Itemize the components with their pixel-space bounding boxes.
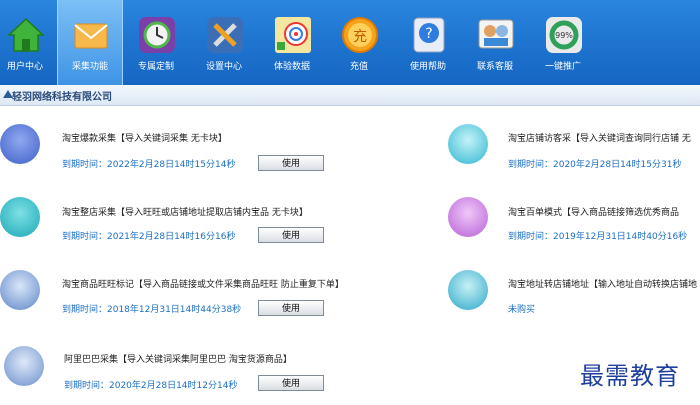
svg-text:充: 充 [353,29,367,45]
toolbar-label: 采集功能 [71,62,108,72]
quill-icon [4,346,44,386]
svg-text:99%: 99% [555,31,573,40]
toolbar-label: 使用帮助 [409,62,446,72]
tools-icon [206,16,244,54]
help-icon: ? [410,16,448,54]
flower-icon [448,197,488,237]
company-name: 轻羽网络科技有限公司 [12,92,112,103]
item-title: 淘宝地址转店铺地址【输入地址自动转换店铺地 [508,280,698,290]
brush-icon [0,270,40,310]
use-button[interactable]: 使用 [258,155,324,171]
toolbar-help[interactable]: ? 使用帮助 [396,0,460,85]
item-expiry: 到期时间：2020年2月28日14时15分31秒 [508,160,682,170]
progress-icon: 99% [545,16,583,54]
toolbar-label: 用户中心 [6,62,43,72]
item-title: 淘宝整店采集【导入旺旺或店铺地址提取店铺内宝品 无卡块】 [62,208,308,218]
toolbar-recharge[interactable]: 充 充值 [327,0,391,85]
item-expiry: 到期时间：2021年2月28日14时16分16秒 [62,232,236,242]
gem-icon [0,124,40,164]
use-button[interactable]: 使用 [258,375,324,391]
toolbar-label: 专属定制 [137,62,174,72]
item-expiry: 到期时间：2022年2月28日14时15分14秒 [62,160,236,170]
item-title: 淘宝百单模式【导入商品链接筛选优秀商品 [508,208,680,218]
target-icon [274,16,312,54]
item-expiry: 到期时间：2020年2月28日14时12分14秒 [64,381,238,391]
item-title: 淘宝店铺访客采【导入关键词查询同行店铺 无 [508,134,691,144]
toolbar-label: 体验数据 [273,62,310,72]
item-expiry: 未购买 [508,305,536,315]
svg-text:?: ? [425,26,432,42]
use-button[interactable]: 使用 [258,300,324,316]
company-bar: 轻羽网络科技有限公司 [0,85,700,106]
item-title: 阿里巴巴采集【导入关键词采集阿里巴巴 淘宝货源商品】 [64,355,292,365]
toolbar-user-center[interactable]: 用户中心 [0,0,57,85]
clock-icon [138,16,176,54]
toolbar-experience[interactable]: 体验数据 [260,0,324,85]
toolbar-label: 一键推广 [544,62,581,72]
toolbar-settings[interactable]: 设置中心 [192,0,256,85]
toolbar-collect[interactable]: 采集功能 [57,0,123,85]
coin-icon: 充 [341,16,379,54]
item-title: 淘宝爆款采集【导入关键词采集 无卡块】 [62,134,227,144]
toolbar-promote[interactable]: 99% 一键推广 [531,0,595,85]
toolbar-label: 联系客服 [476,62,513,72]
toolbar-support[interactable]: 联系客服 [463,0,527,85]
vase-icon [448,270,488,310]
toolbar-label: 充值 [349,62,368,72]
item-expiry: 到期时间：2019年12月31日14时40分16秒 [508,232,688,242]
main-toolbar: 用户中心 采集功能 专属定制 设置中心 体验数据 充 充值 ? 使用帮助 联系客… [0,0,700,85]
envelope-icon [72,16,110,54]
balloon-icon [448,124,488,164]
support-icon [477,16,515,54]
use-button[interactable]: 使用 [258,227,324,243]
home-icon [7,16,45,54]
toolbar-label: 设置中心 [205,62,242,72]
watermark: 最需教育 [580,362,680,390]
item-expiry: 到期时间：2018年12月31日14时44分38秒 [62,305,242,315]
item-title: 淘宝商品旺旺标记【导入商品链接或文件采集商品旺旺 防止重复下单】 [62,280,344,290]
umbrella-icon [0,197,40,237]
toolbar-custom[interactable]: 专属定制 [124,0,188,85]
